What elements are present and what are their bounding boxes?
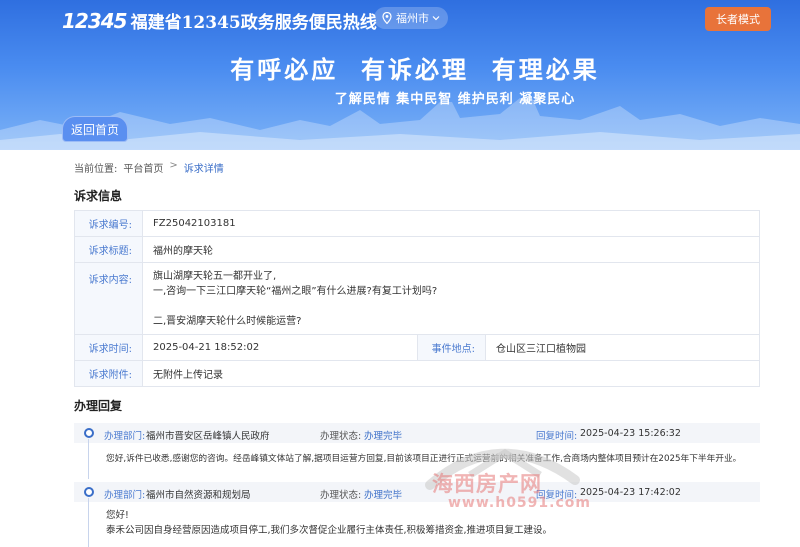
timeline-line (88, 439, 89, 479)
appeal-content-line: 一,咨询一下三江口摩天轮“福州之眼”有什么进展?有复工计划吗? (153, 286, 438, 297)
appeal-content-line: 旗山湖摩天轮五一都开业了, (153, 271, 277, 282)
reply-dept-value: 福州市晋安区岳峰镇人民政府 (146, 431, 270, 442)
appeal-time-row: 诉求时间: 2025-04-21 18:52:02 事件地点: 仓山区三江口植物… (74, 334, 760, 361)
breadcrumb-label: 当前位置: (74, 164, 118, 175)
appeal-content-line (153, 299, 759, 314)
reply-status-value: 办理完毕 (364, 490, 403, 501)
chevron-down-icon (432, 16, 440, 21)
appeal-content-label: 诉求内容: (74, 262, 143, 335)
reply-status-value: 办理完毕 (364, 431, 403, 442)
location-pin-icon (382, 12, 392, 24)
slogan-sub: 了解民情 集中民智 维护民利 凝聚民心 (334, 92, 576, 107)
timeline-dot-icon (84, 487, 94, 497)
breadcrumb: 当前位置: 平台首页 > 诉求详情 (74, 160, 224, 175)
appeal-number-value: FZ25042103181 (142, 210, 760, 237)
reply-dept-value: 福州市自然资源和规划局 (146, 490, 251, 501)
logo-number: 12345 (62, 8, 128, 33)
appeal-content-row: 诉求内容: 旗山湖摩天轮五一都开业了, 一,咨询一下三江口摩天轮“福州之眼”有什… (74, 262, 760, 335)
appeal-content-value: 旗山湖摩天轮五一都开业了, 一,咨询一下三江口摩天轮“福州之眼”有什么进展?有复… (142, 262, 760, 335)
timeline-dot-icon (84, 428, 94, 438)
appeal-attachment-label: 诉求附件: (74, 360, 143, 387)
appeal-number-row: 诉求编号: FZ25042103181 (74, 210, 760, 237)
appeal-attachment-value: 无附件上传记录 (142, 360, 760, 387)
appeal-number-label: 诉求编号: (74, 210, 143, 237)
site-title: 福建省12345政务服务便民热线 (130, 13, 377, 33)
reply-time-value: 2025-04-23 17:42:02 (580, 487, 681, 498)
back-home-button[interactable]: 返回首页 (62, 116, 128, 142)
city-name: 福州市 (396, 12, 429, 25)
breadcrumb-home-link[interactable]: 平台首页 (123, 160, 163, 175)
reply-status-label: 办理状态: (320, 431, 362, 442)
timeline-line (88, 498, 89, 547)
appeal-content-line: 二,晋安湖摩天轮什么时候能运营? (153, 316, 302, 327)
reply-time-value: 2025-04-23 15:26:32 (580, 428, 681, 439)
reply-status-label: 办理状态: (320, 490, 362, 501)
appeal-location-value: 仓山区三江口植物园 (485, 334, 760, 361)
breadcrumb-current: 诉求详情 (183, 164, 224, 175)
breadcrumb-separator: > (169, 160, 178, 171)
appeal-attachment-row: 诉求附件: 无附件上传记录 (74, 360, 760, 387)
elder-mode-button[interactable]: 长者模式 (705, 7, 771, 31)
reply-dept-label: 办理部门: (104, 431, 146, 442)
reply-section-title: 办理回复 (74, 399, 123, 413)
appeal-section-title: 诉求信息 (74, 189, 123, 203)
appeal-info-table: 诉求编号: FZ25042103181 诉求标题: 福州的摩天轮 诉求内容: 旗… (74, 210, 760, 387)
city-selector[interactable]: 福州市 (374, 7, 448, 29)
appeal-location-label: 事件地点: (417, 334, 486, 361)
watermark-url: www.h0591.com (448, 495, 591, 511)
site-logo[interactable]: 12345 福建省12345政务服务便民热线 (62, 8, 377, 34)
appeal-title-row: 诉求标题: 福州的摩天轮 (74, 236, 760, 263)
reply-body-line: 您好! (106, 510, 129, 521)
reply-dept-label: 办理部门: (104, 490, 146, 501)
appeal-time-value: 2025-04-21 18:52:02 (142, 334, 418, 361)
appeal-title-value: 福州的摩天轮 (142, 236, 760, 263)
slogan-main: 有呼必应 有诉必理 有理必果 (230, 55, 600, 84)
appeal-title-label: 诉求标题: (74, 236, 143, 263)
watermark-text: 海西房产网 (432, 471, 542, 496)
appeal-time-label: 诉求时间: (74, 334, 143, 361)
